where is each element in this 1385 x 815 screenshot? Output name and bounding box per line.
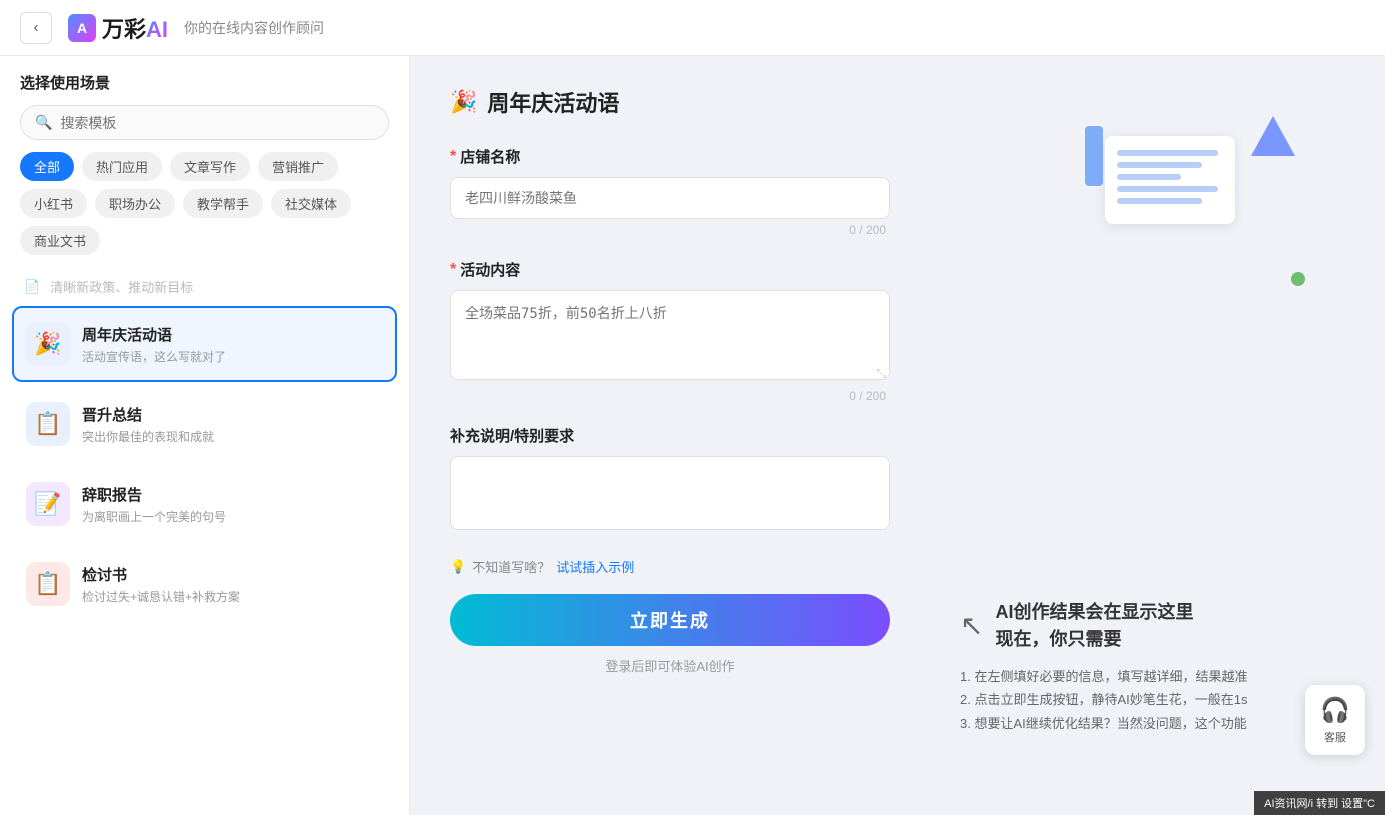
template-desc-promotion: 突出你最佳的表现和成就 (82, 428, 383, 445)
illus-doc-main (1105, 136, 1235, 224)
customer-service-label: 客服 (1324, 729, 1346, 745)
template-info-anniversary: 周年庆活动语 活动宣传语，这么写就对了 (82, 324, 383, 365)
required-dot-activity: * (450, 261, 456, 279)
label-supplement: 补充说明/特别要求 (450, 425, 890, 446)
form-panel: 🎉 周年庆活动语 * 店铺名称 0 / 200 * 活动内容 (410, 56, 930, 815)
back-button[interactable]: ‹ (20, 12, 52, 44)
watermark-suffix: 转到 设置"C (1316, 798, 1375, 810)
counter-store-name: 0 / 200 (450, 223, 890, 237)
template-icon-review: 📋 (26, 562, 70, 606)
illus-blue-bar (1085, 126, 1103, 186)
illus-triangle (1251, 116, 1295, 156)
generate-label: 立即生成 (630, 611, 710, 631)
hint-row: 💡 不知道写啥？ 试试插入示例 (450, 557, 890, 576)
template-item-resignation[interactable]: 📝 辞职报告 为离职画上一个完美的句号 (12, 466, 397, 542)
right-content: 🎉 周年庆活动语 * 店铺名称 0 / 200 * 活动内容 (410, 56, 1385, 815)
tag-hot[interactable]: 热门应用 (82, 152, 162, 181)
sidebar-header: 选择使用场景 🔍 (0, 56, 409, 152)
field-store-name: * 店铺名称 0 / 200 (450, 146, 890, 237)
template-name-review: 检讨书 (82, 564, 383, 585)
header-subtitle: 你的在线内容创作顾问 (184, 18, 324, 38)
sidebar: 选择使用场景 🔍 全部 热门应用 文章写作 营销推广 小红书 职场办公 教学帮手… (0, 56, 410, 815)
main-layout: 选择使用场景 🔍 全部 热门应用 文章写作 营销推广 小红书 职场办公 教学帮手… (0, 56, 1385, 815)
textarea-supplement[interactable] (450, 456, 890, 530)
template-item-promotion[interactable]: 📋 晋升总结 突出你最佳的表现和成就 (12, 386, 397, 462)
ai-info-steps: 1. 在左侧填好必要的信息，填写越详细，结果越准 2. 点击立即生成按钮，静待A… (960, 665, 1355, 735)
template-icon-resignation: 📝 (26, 482, 70, 526)
template-separator: 📄 清晰新政策、推动新目标 (12, 267, 397, 306)
tag-education[interactable]: 教学帮手 (183, 189, 263, 218)
search-input[interactable] (60, 115, 374, 131)
template-name-anniversary: 周年庆活动语 (82, 324, 383, 345)
arrow-icon: ↖ (960, 609, 983, 642)
template-info-review: 检讨书 检讨过失+诚恳认错+补救方案 (82, 564, 383, 605)
template-desc-anniversary: 活动宣传语，这么写就对了 (82, 348, 383, 365)
search-icon: 🔍 (35, 114, 52, 131)
category-tags: 全部 热门应用 文章写作 营销推广 小红书 职场办公 教学帮手 社交媒体 商业文… (0, 152, 409, 267)
separator-text: 清晰新政策、推动新目标 (50, 277, 193, 296)
search-box[interactable]: 🔍 (20, 105, 389, 140)
template-name-resignation: 辞职报告 (82, 484, 383, 505)
template-item-anniversary[interactable]: 🎉 周年庆活动语 活动宣传语，这么写就对了 (12, 306, 397, 382)
logo-icon: A (68, 14, 96, 42)
template-icon-promotion: 📋 (26, 402, 70, 446)
template-list: 📄 清晰新政策、推动新目标 🎉 周年庆活动语 活动宣传语，这么写就对了 📋 晋升… (0, 267, 409, 815)
tag-social[interactable]: 社交媒体 (271, 189, 351, 218)
label-activity-content: * 活动内容 (450, 259, 890, 280)
login-hint: 登录后即可体验AI创作 (450, 656, 890, 675)
logo: A 万彩AI (68, 12, 168, 44)
template-item-review[interactable]: 📋 检讨书 检讨过失+诚恳认错+补救方案 (12, 546, 397, 622)
step-2: 2. 点击立即生成按钮，静待AI妙笔生花，一般在1s (960, 688, 1355, 711)
watermark-bar: AI资讯网/i 转到 设置"C (1254, 791, 1385, 815)
illustration (1085, 116, 1305, 296)
resize-handle-activity: ⤡ (876, 366, 886, 381)
header: ‹ A 万彩AI 你的在线内容创作顾问 (0, 0, 1385, 56)
textarea-wrapper-activity: ⤡ (450, 290, 890, 385)
field-supplement: 补充说明/特别要求 (450, 425, 890, 535)
separator-icon: 📄 (24, 279, 40, 295)
customer-service-button[interactable]: 🎧 客服 (1305, 685, 1365, 755)
sidebar-title: 选择使用场景 (20, 72, 389, 93)
form-title-text: 周年庆活动语 (487, 86, 619, 118)
tag-office[interactable]: 职场办公 (95, 189, 175, 218)
textarea-activity-content[interactable] (450, 290, 890, 380)
customer-service-icon: 🎧 (1320, 696, 1350, 725)
hint-icon: 💡 (450, 559, 466, 575)
watermark-text: AI资讯网/i (1264, 798, 1313, 810)
tag-all[interactable]: 全部 (20, 152, 74, 181)
back-icon: ‹ (33, 19, 38, 37)
counter-activity: 0 / 200 (450, 389, 890, 403)
tag-article[interactable]: 文章写作 (170, 152, 250, 181)
tag-business[interactable]: 商业文书 (20, 226, 100, 255)
template-desc-review: 检讨过失+诚恳认错+补救方案 (82, 588, 383, 605)
step-3: 3. 想要让AI继续优化结果？当然没问题，这个功能 (960, 712, 1355, 735)
template-info-resignation: 辞职报告 为离职画上一个完美的句号 (82, 484, 383, 525)
input-store-name[interactable] (450, 177, 890, 219)
template-desc-resignation: 为离职画上一个完美的句号 (82, 508, 383, 525)
ai-info-header: ↖ AI创作结果会在显示这里 现在，你只需要 (960, 599, 1355, 653)
illus-green-dot (1291, 272, 1305, 286)
template-info-promotion: 晋升总结 突出你最佳的表现和成就 (82, 404, 383, 445)
tag-xiaohongshu[interactable]: 小红书 (20, 189, 87, 218)
generate-button[interactable]: 立即生成 (450, 594, 890, 646)
field-activity-content: * 活动内容 ⤡ 0 / 200 (450, 259, 890, 403)
label-store-name: * 店铺名称 (450, 146, 890, 167)
ai-info-box: ↖ AI创作结果会在显示这里 现在，你只需要 1. 在左侧填好必要的信息，填写越… (960, 599, 1355, 735)
template-icon-anniversary: 🎉 (26, 322, 70, 366)
hint-link[interactable]: 试试插入示例 (556, 557, 634, 576)
form-title: 🎉 周年庆活动语 (450, 86, 890, 118)
template-name-promotion: 晋升总结 (82, 404, 383, 425)
hint-text: 不知道写啥？ (472, 557, 550, 576)
required-dot-store: * (450, 148, 456, 166)
tag-marketing[interactable]: 营销推广 (258, 152, 338, 181)
logo-text: 万彩AI (102, 12, 168, 44)
step-1: 1. 在左侧填好必要的信息，填写越详细，结果越准 (960, 665, 1355, 688)
form-title-icon: 🎉 (450, 89, 477, 115)
ai-info-title: AI创作结果会在显示这里 现在，你只需要 (995, 599, 1193, 653)
